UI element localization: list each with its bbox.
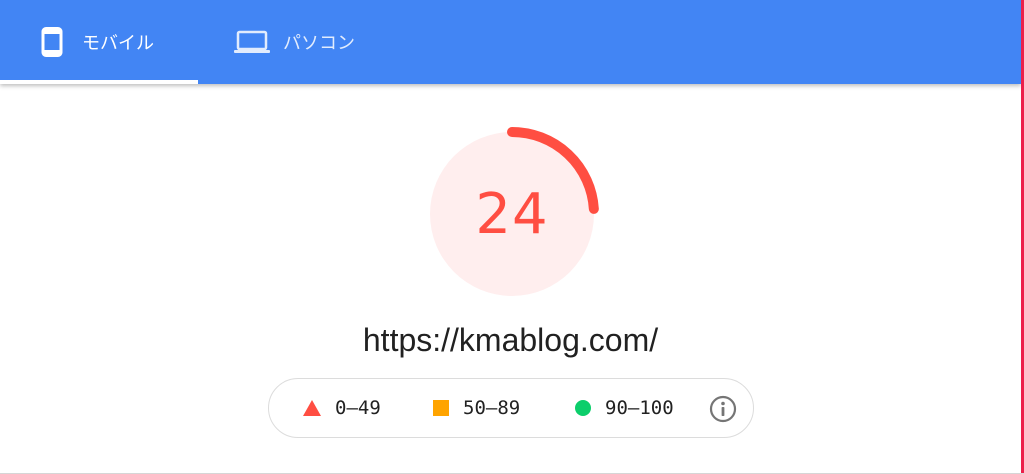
score-legend: 0–49 50–89 90–100 — [268, 378, 754, 438]
tested-url: https://kmablog.com/ — [362, 322, 659, 358]
tab-desktop-label: パソコン — [283, 33, 355, 54]
legend-item-average: 50–89 — [433, 379, 520, 437]
legend-item-fail: 0–49 — [303, 379, 381, 437]
info-icon — [709, 395, 737, 423]
selected-tab-indicator — [0, 80, 198, 84]
legend-item-pass: 90–100 — [575, 379, 674, 437]
laptop-icon — [234, 30, 270, 54]
page: モバイル パソコン 24 https://kmablog.com/ 0–49 5… — [0, 0, 1024, 474]
legend-fail-label: 0–49 — [335, 397, 381, 419]
circle-icon — [575, 400, 591, 416]
phone-icon — [41, 27, 63, 57]
triangle-icon — [303, 400, 321, 416]
performance-score: 24 — [475, 181, 549, 247]
device-tab-bar: モバイル パソコン — [0, 0, 1021, 84]
performance-score-gauge: 24 — [424, 126, 600, 302]
info-button[interactable] — [709, 395, 737, 423]
legend-pass-label: 90–100 — [605, 397, 674, 419]
square-icon — [433, 400, 449, 416]
tab-mobile-label: モバイル — [82, 33, 154, 54]
tab-desktop[interactable]: パソコン — [234, 0, 355, 84]
tab-mobile[interactable]: モバイル — [41, 0, 154, 84]
legend-average-label: 50–89 — [463, 397, 521, 419]
